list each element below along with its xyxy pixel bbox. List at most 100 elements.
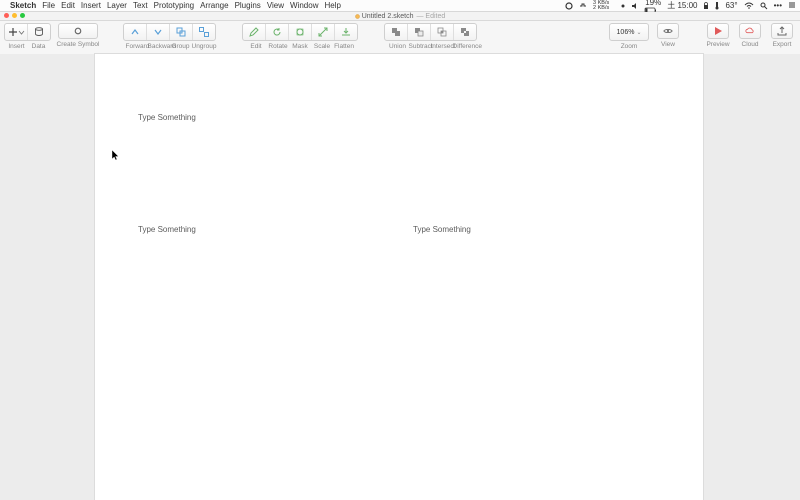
artboard[interactable]: Type Something Type Something Type Somet… xyxy=(95,54,703,500)
menu-prototyping[interactable]: Prototyping xyxy=(154,0,194,11)
ungroup-label: Ungroup xyxy=(192,43,214,50)
window-close-button[interactable] xyxy=(4,13,9,18)
text-layer-1[interactable]: Type Something xyxy=(138,113,196,122)
toolbar: Insert Data Create Symbol Forward Backwa… xyxy=(0,21,800,56)
scale-button[interactable] xyxy=(312,24,335,40)
zoom-label: Zoom xyxy=(621,43,638,50)
mouse-cursor-icon xyxy=(112,150,120,163)
scale-label: Scale xyxy=(311,43,333,50)
forward-icon xyxy=(130,27,140,37)
subtract-button[interactable] xyxy=(408,24,431,40)
status-thermometer-icon[interactable] xyxy=(715,2,719,10)
plus-icon xyxy=(8,27,18,37)
difference-label: Difference xyxy=(453,43,475,50)
create-symbol-label: Create Symbol xyxy=(57,41,100,48)
window-edited-indicator: — Edited xyxy=(416,13,445,20)
chevron-down-icon xyxy=(19,30,24,35)
menu-arrange[interactable]: Arrange xyxy=(200,0,228,11)
toolbar-cloud: Cloud xyxy=(736,21,764,55)
status-sound-icon[interactable] xyxy=(631,2,639,10)
mask-icon xyxy=(295,27,305,37)
zoom-value: 106% xyxy=(617,29,635,36)
insert-button[interactable] xyxy=(5,24,28,40)
status-overflow-icon[interactable]: ••• xyxy=(774,0,782,11)
cloud-button[interactable] xyxy=(739,23,761,39)
union-button[interactable] xyxy=(385,24,408,40)
group-button[interactable] xyxy=(170,24,193,40)
menu-text[interactable]: Text xyxy=(133,0,148,11)
zoom-dropdown[interactable]: 106% ⌄ xyxy=(609,23,649,41)
toolbar-export: Export xyxy=(768,21,796,55)
ungroup-button[interactable] xyxy=(193,24,215,40)
difference-button[interactable] xyxy=(454,24,476,40)
scale-icon xyxy=(318,27,328,37)
backward-label: Backward xyxy=(148,43,170,50)
edit-button[interactable] xyxy=(243,24,266,40)
window-title: Untitled 2.sketch xyxy=(362,13,414,20)
chevron-down-icon: ⌄ xyxy=(636,29,641,36)
group-label: Group xyxy=(170,43,192,50)
export-button[interactable] xyxy=(771,23,793,39)
menu-file[interactable]: File xyxy=(42,0,55,11)
forward-label: Forward xyxy=(126,43,148,50)
canvas-workspace[interactable]: Type Something Type Something Type Somet… xyxy=(0,54,800,500)
backward-button[interactable] xyxy=(147,24,170,40)
rotate-button[interactable] xyxy=(266,24,289,40)
menu-window[interactable]: Window xyxy=(290,0,318,11)
preview-label: Preview xyxy=(706,41,729,48)
play-icon xyxy=(713,26,723,36)
status-dot-icon xyxy=(621,4,625,8)
union-icon xyxy=(391,27,401,37)
intersect-icon xyxy=(437,27,447,37)
status-lock-icon[interactable] xyxy=(703,2,709,10)
toolbar-group-arrange: Forward Backward Group Ungroup xyxy=(123,21,216,55)
cloud-icon xyxy=(745,26,755,36)
mask-button[interactable] xyxy=(289,24,312,40)
preview-button[interactable] xyxy=(707,23,729,39)
text-layer-2[interactable]: Type Something xyxy=(138,225,196,234)
text-layer-3[interactable]: Type Something xyxy=(413,225,471,234)
status-puzzle-icon[interactable] xyxy=(579,2,587,10)
window-controls xyxy=(4,13,25,18)
pencil-icon xyxy=(249,27,259,37)
create-symbol-button[interactable] xyxy=(58,23,98,39)
menu-help[interactable]: Help xyxy=(324,0,340,11)
union-label: Union xyxy=(387,43,409,50)
database-icon xyxy=(34,27,44,37)
edit-label: Edit xyxy=(245,43,267,50)
window-titlebar: Untitled 2.sketch — Edited xyxy=(0,12,800,21)
export-icon xyxy=(777,26,787,36)
status-clock[interactable]: 土 15:00 xyxy=(667,0,697,11)
subtract-icon xyxy=(414,27,424,37)
view-button[interactable] xyxy=(657,23,679,39)
menu-edit[interactable]: Edit xyxy=(61,0,75,11)
data-button[interactable] xyxy=(28,24,50,40)
menu-layer[interactable]: Layer xyxy=(107,0,127,11)
mask-label: Mask xyxy=(289,43,311,50)
menu-insert[interactable]: Insert xyxy=(81,0,101,11)
toolbar-group-edit: Edit Rotate Mask Scale Flatten xyxy=(242,21,358,55)
status-temperature: 63° xyxy=(725,0,737,11)
status-notifications-icon[interactable] xyxy=(788,2,796,9)
toolbar-view: View xyxy=(654,21,682,55)
toolbar-preview: Preview xyxy=(704,21,732,55)
menu-view[interactable]: View xyxy=(267,0,284,11)
window-zoom-button[interactable] xyxy=(20,13,25,18)
status-circle-icon[interactable] xyxy=(565,2,573,10)
app-menu[interactable]: Sketch xyxy=(10,0,36,11)
menu-plugins[interactable]: Plugins xyxy=(235,0,261,11)
forward-button[interactable] xyxy=(124,24,147,40)
symbol-icon xyxy=(73,26,83,36)
flatten-icon xyxy=(341,27,351,37)
data-label: Data xyxy=(28,43,50,50)
window-minimize-button[interactable] xyxy=(12,13,17,18)
toolbar-group-boolean: Union Subtract Intersect Difference xyxy=(384,21,477,55)
status-wifi-icon[interactable] xyxy=(744,2,754,9)
macos-menu-bar: Sketch File Edit Insert Layer Text Proto… xyxy=(0,0,800,12)
backward-icon xyxy=(153,27,163,37)
flatten-label: Flatten xyxy=(333,43,355,50)
flatten-button[interactable] xyxy=(335,24,357,40)
insert-label: Insert xyxy=(6,43,28,50)
intersect-button[interactable] xyxy=(431,24,454,40)
status-spotlight-icon[interactable] xyxy=(760,2,768,10)
